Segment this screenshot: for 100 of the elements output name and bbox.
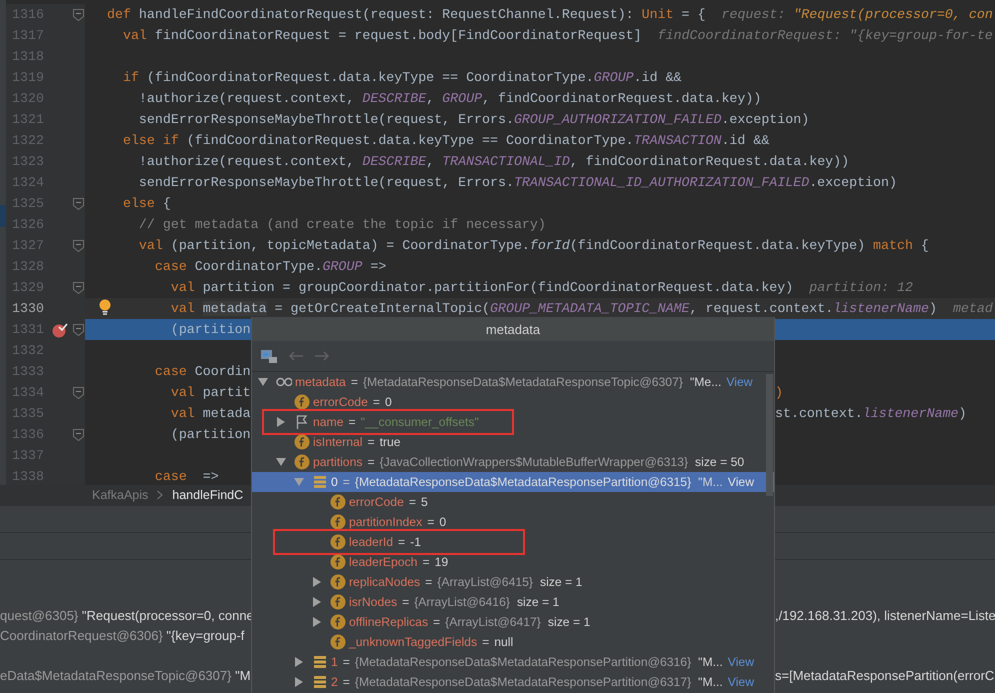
popup-title: metadata: [486, 322, 540, 336]
code-line: st.context.listenerName): [775, 406, 968, 421]
tree-row[interactable]: partitionIndex = 0: [252, 512, 774, 532]
code-line: !authorize(request.context, DESCRIBE, TRANSACTIONAL_ID, findCoordinatorRequest.data.key)): [138, 154, 850, 169]
list-element-icon: [312, 474, 328, 490]
code-line: sendErrorResponseMaybeThrottle(request, Errors.TRANSACTIONAL_ID_AUTHORIZATION_FAILED.exception): [138, 175, 897, 190]
fold-icon[interactable]: [73, 429, 84, 441]
tree-row[interactable]: isInternal = true: [252, 432, 774, 452]
variable-value-text: eData$MetadataResponseTopic@6307} "M: [0, 668, 251, 682]
variable-entry: 1 = {MetadataResponseData$MetadataResponsePartition@6316} "M...: [331, 655, 723, 669]
collapse-triangle-icon[interactable]: [258, 377, 268, 387]
field-icon: [294, 434, 310, 450]
variable-entry: 0 = {MetadataResponseData$MetadataResponsePartition@6315} "M...: [331, 475, 723, 489]
variable-value-text: ,/192.168.31.203), listenerName=Liste: [775, 608, 995, 622]
tree-row[interactable]: leaderEpoch = 19: [252, 552, 774, 572]
tree-row[interactable]: name = "__consumer_offsets": [252, 412, 774, 432]
field-icon: [294, 454, 310, 470]
variable-entry: name = "__consumer_offsets": [313, 415, 479, 429]
fold-icon[interactable]: [73, 9, 84, 21]
fold-icon[interactable]: [73, 198, 84, 210]
variable-entry: isrNodes = {ArrayList@6416} size = 1: [349, 595, 560, 609]
expand-triangle-icon[interactable]: [312, 597, 322, 607]
scroll-marker: [0, 205, 6, 227]
list-element-icon: [312, 654, 328, 670]
line-number: 1330: [11, 301, 45, 316]
code-line: def handleFindCoordinatorRequest(request: RequestChannel.Request): Unit = {: [107, 7, 706, 22]
code-line: val partition = groupCoordinator.partitionFor(findCoordinatorRequest.data.key): [170, 280, 794, 295]
tree-row[interactable]: leaderId = -1: [252, 532, 774, 552]
list-element-icon: [312, 674, 328, 690]
code-line: if (findCoordinatorRequest.data.keyType == CoordinatorType.GROUP.id &&: [122, 70, 682, 85]
field-icon: [294, 394, 310, 410]
tree-row[interactable]: errorCode = 5: [252, 492, 774, 512]
tree-row[interactable]: replicaNodes = {ArrayList@6415} size = 1: [252, 572, 774, 592]
variable-entry: isInternal = true: [313, 435, 401, 449]
collapse-triangle-icon[interactable]: [276, 457, 286, 467]
code-line: ): [775, 385, 784, 400]
variable-entry: replicaNodes = {ArrayList@6415} size = 1: [349, 575, 582, 589]
fold-icon[interactable]: [73, 282, 84, 294]
field-icon: [330, 494, 346, 510]
expand-triangle-icon[interactable]: [312, 577, 322, 587]
variable-entry: errorCode = 5: [349, 495, 428, 509]
variable-value-text: s=[MetadataResponsePartition(errorC: [775, 668, 995, 682]
expand-triangle-icon[interactable]: [312, 617, 322, 627]
object-tree-icon[interactable]: [260, 348, 278, 364]
fold-icon[interactable]: [73, 240, 84, 252]
variable-entry: leaderEpoch = 19: [349, 555, 448, 569]
tree-row[interactable]: isrNodes = {ArrayList@6416} size = 1: [252, 592, 774, 612]
field-icon: [330, 534, 346, 550]
code-line: else if (findCoordinatorRequest.data.keyType == CoordinatorType.TRANSACTION.id &&: [122, 133, 770, 148]
variable-entry: errorCode = 0: [313, 395, 392, 409]
field-icon: [330, 614, 346, 630]
code-line: case CoordinatorType.GROUP =>: [154, 259, 386, 274]
variable-entry: 2 = {MetadataResponseData$MetadataResponsePartition@6317} "M...: [331, 675, 723, 689]
code-line: val metadata = getOrCreateInternalTopic(GROUP_METADATA_TOPIC_NAME, request.context.listenerName): [170, 301, 937, 316]
tree-row[interactable]: metadata = {MetadataResponseData$MetadataResponseTopic@6307} "Me... View: [252, 372, 774, 392]
scrollbar-thumb[interactable]: [766, 374, 773, 496]
breakpoint-icon[interactable]: [52, 322, 68, 338]
variable-entry: metadata = {MetadataResponseData$MetadataResponseTopic@6307} "Me...: [295, 375, 722, 389]
inline-value-hint: metad: [952, 301, 993, 316]
field-icon: [330, 554, 346, 570]
expand-triangle-icon[interactable]: [294, 677, 304, 687]
tree-row[interactable]: 2 = {MetadataResponseData$MetadataResponsePartition@6317} "M... View: [252, 672, 774, 692]
tree-row[interactable]: 1 = {MetadataResponseData$MetadataResponsePartition@6316} "M... View: [252, 652, 774, 672]
inline-value-hint: partition: 12: [809, 280, 913, 295]
expand-triangle-icon[interactable]: [294, 657, 304, 667]
field-icon: [330, 594, 346, 610]
view-link[interactable]: View: [728, 475, 754, 489]
tree-row[interactable]: offlineReplicas = {ArrayList@6417} size = 1: [252, 612, 774, 632]
fold-icon[interactable]: [73, 324, 84, 336]
lightbulb-icon[interactable]: [99, 299, 111, 315]
expand-triangle-icon[interactable]: [276, 417, 286, 427]
tree-row[interactable]: 0 = {MetadataResponseData$MetadataResponsePartition@6315} "M... View: [252, 472, 774, 492]
code-line: case Coordin: [154, 364, 251, 379]
code-line: case =>: [154, 469, 219, 484]
code-line: val metada: [170, 406, 251, 421]
variable-entry: partitionIndex = 0: [349, 515, 446, 529]
code-line: (partition: [170, 427, 251, 442]
fold-icon[interactable]: [73, 387, 84, 399]
variable-entry: partitions = {JavaCollectionWrappers$MutableBufferWrapper@6313} size = 50: [313, 455, 744, 469]
inline-value-hint: request: "Request(processor=0, con: [721, 7, 993, 22]
variable-entry: leaderId = -1: [349, 535, 422, 549]
tree-row[interactable]: _unknownTaggedFields = null: [252, 632, 774, 652]
code-line: (partition: [170, 322, 251, 337]
tree-row[interactable]: partitions = {JavaCollectionWrappers$MutableBufferWrapper@6313} size = 50: [252, 452, 774, 472]
variable-entry: offlineReplicas = {ArrayList@6417} size = 1: [349, 615, 590, 629]
code-line: !authorize(request.context, DESCRIBE, GROUP, findCoordinatorRequest.data.key)): [138, 91, 762, 106]
flag-icon: [294, 414, 310, 430]
inline-value-hint: findCoordinatorRequest: "{key=group-for-te: [658, 28, 993, 43]
field-icon: [330, 574, 346, 590]
code-line: val (partition, topicMetadata) = CoordinatorType.forId(findCoordinatorRequest.data.keyType) match {: [138, 238, 929, 253]
chevron-icon: [156, 490, 164, 500]
code-line: sendErrorResponseMaybeThrottle(request, Errors.GROUP_AUTHORIZATION_FAILED.exception): [138, 112, 810, 127]
code-line: // get metadata (and create the topic if necessary): [138, 217, 546, 232]
variable-value-text: CoordinatorRequest@6306} "{key=group-f: [0, 628, 246, 642]
tree-row[interactable]: errorCode = 0: [252, 392, 774, 412]
breadcrumb-item[interactable]: handleFindC: [172, 488, 244, 502]
field-icon: [330, 634, 346, 650]
field-icon: [330, 514, 346, 530]
code-line: else {: [122, 196, 171, 211]
code-line: val partit: [170, 385, 251, 400]
